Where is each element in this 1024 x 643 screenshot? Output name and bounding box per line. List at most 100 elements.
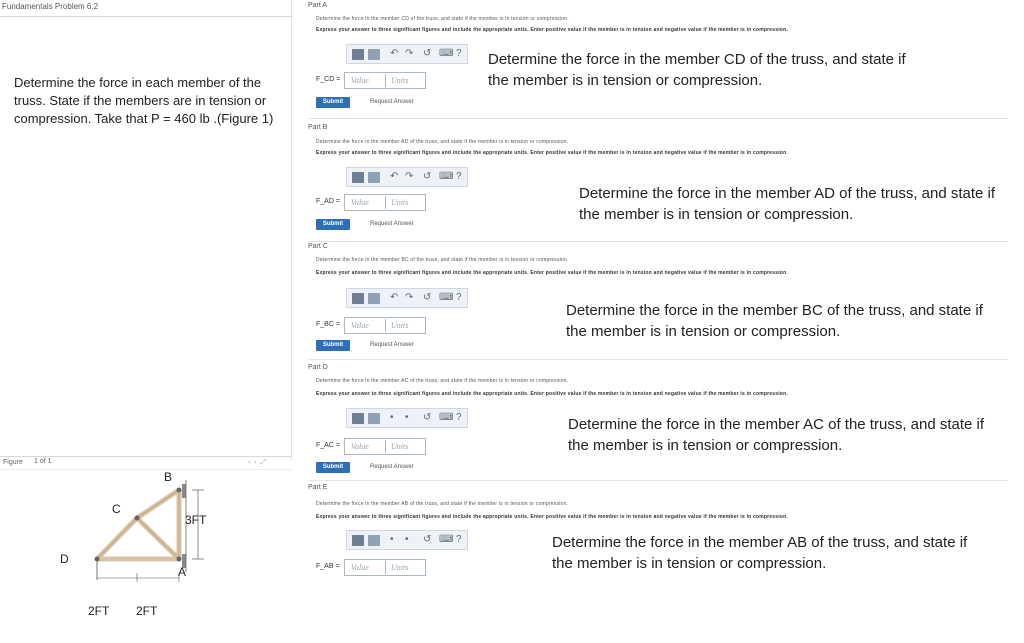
keyboard-icon[interactable]: ⌨ [439,47,453,61]
answer-field[interactable]: Value Units [344,194,426,211]
request-answer-link[interactable]: Request Answer [370,464,414,470]
value-input[interactable]: Value [351,76,369,85]
reset-icon[interactable]: ↺ [423,47,431,61]
help-icon[interactable]: ? [456,47,462,61]
units-input[interactable]: Units [391,321,408,330]
request-answer-link[interactable]: Request Answer [370,221,414,227]
part-b: Part B Determine the force in the member… [308,120,1008,246]
part-label: Part E [308,484,328,491]
height-dimension: 3FT [185,513,207,527]
reset-icon[interactable]: ↺ [423,291,431,305]
reset-icon[interactable]: ↺ [423,170,431,184]
help-icon[interactable]: ? [456,291,462,305]
node-label-b: B [164,470,173,484]
template-icon[interactable] [352,172,364,183]
units-input[interactable]: Units [391,442,408,451]
divider [308,118,1008,119]
value-input[interactable]: Value [351,563,369,572]
part-instruction: Determine the force in the member AC of … [316,378,569,384]
part-label: Part D [308,364,328,371]
template-icon[interactable] [352,49,364,60]
help-icon[interactable]: ? [456,533,462,547]
part-d: Part D Determine the force in the member… [308,362,1008,481]
answer-field[interactable]: Value Units [344,438,426,455]
value-input[interactable]: Value [351,198,369,207]
figure-pager-icons[interactable]: ‹ › ⤢ [248,459,267,467]
divider [308,241,1008,242]
value-input[interactable]: Value [351,442,369,451]
figure-selector[interactable]: 1 of 1 [34,458,52,465]
truss-figure: B C D A 3FT 2FT 2FT [40,470,240,620]
keyboard-icon[interactable]: ⌨ [439,411,453,425]
template-icon[interactable] [352,535,364,546]
part-units-hint: Express your answer to three significant… [316,391,788,397]
reset-icon[interactable]: ↺ [423,411,431,425]
task-text: Determine the force in the member AB of … [552,534,968,572]
reset-icon[interactable]: ↺ [423,533,431,547]
base-dimension-left: 2FT [88,604,110,618]
bullet-icon[interactable]: • [390,533,394,547]
part-units-hint: Express your answer to three significant… [316,150,788,156]
help-icon[interactable]: ? [456,411,462,425]
divider [308,480,1008,481]
task-text: Determine the force in the member AC of … [568,416,985,454]
support-b [182,484,186,498]
part-units-hint: Express your answer to three significant… [316,514,788,520]
submit-button[interactable]: Submit [316,462,350,473]
submit-button[interactable]: Submit [316,97,350,108]
math-toolbar: ↶ ↷ ↺ ⌨ ? [346,44,468,64]
keyboard-icon[interactable]: ⌨ [439,291,453,305]
part-instruction: Determine the force in the member BC of … [316,257,569,263]
part-label: Part B [308,124,328,131]
help-icon[interactable]: ? [456,170,462,184]
template-icon[interactable] [352,293,364,304]
submit-button[interactable]: Submit [316,340,350,351]
bullet-icon[interactable]: • [405,411,409,425]
part-units-hint: Express your answer to three significant… [316,270,788,276]
matrix-icon[interactable] [368,413,380,424]
matrix-icon[interactable] [368,293,380,304]
redo-icon[interactable]: ↷ [405,47,413,61]
node-c [134,515,140,521]
node-label-c: C [112,502,121,516]
base-dimension-right: 2FT [136,604,158,618]
template-icon[interactable] [352,413,364,424]
undo-icon[interactable]: ↶ [390,170,398,184]
undo-icon[interactable]: ↶ [390,291,398,305]
answer-label: F_AD = [316,198,340,205]
node-b [176,487,182,493]
submit-button[interactable]: Submit [316,219,350,230]
units-input[interactable]: Units [391,198,408,207]
problem-statement: Determine the force in each member of th… [14,75,274,126]
math-toolbar: • • ↺ ⌨ ? [346,530,468,550]
undo-icon[interactable]: ↶ [390,47,398,61]
problem-title: Fundamentals Problem 6.2 [2,2,99,11]
request-answer-link[interactable]: Request Answer [370,342,414,348]
redo-icon[interactable]: ↷ [405,170,413,184]
answer-field[interactable]: Value Units [344,72,426,89]
matrix-icon[interactable] [368,172,380,183]
answer-label: F_AB = [316,563,340,570]
matrix-icon[interactable] [368,535,380,546]
truss-diagram [94,480,204,582]
matrix-icon[interactable] [368,49,380,60]
answer-field[interactable]: Value Units [344,559,426,576]
node-label-a: A [178,565,187,579]
part-a: Part A Determine the force in the member… [308,0,1008,120]
answer-field[interactable]: Value Units [344,317,426,334]
answer-label: F_BC = [316,321,340,328]
task-text: Determine the force in the member BC of … [566,302,983,340]
units-input[interactable]: Units [391,563,408,572]
bullet-icon[interactable]: • [405,533,409,547]
task-text: Determine the force in the member AD of … [579,185,996,223]
answer-label: F_CD = [316,76,341,83]
keyboard-icon[interactable]: ⌨ [439,533,453,547]
math-toolbar: • • ↺ ⌨ ? [346,408,468,428]
value-input[interactable]: Value [351,321,369,330]
redo-icon[interactable]: ↷ [405,291,413,305]
bullet-icon[interactable]: • [390,411,394,425]
units-input[interactable]: Units [391,76,408,85]
part-label: Part A [308,2,328,9]
keyboard-icon[interactable]: ⌨ [439,170,453,184]
request-answer-link[interactable]: Request Answer [370,99,414,105]
